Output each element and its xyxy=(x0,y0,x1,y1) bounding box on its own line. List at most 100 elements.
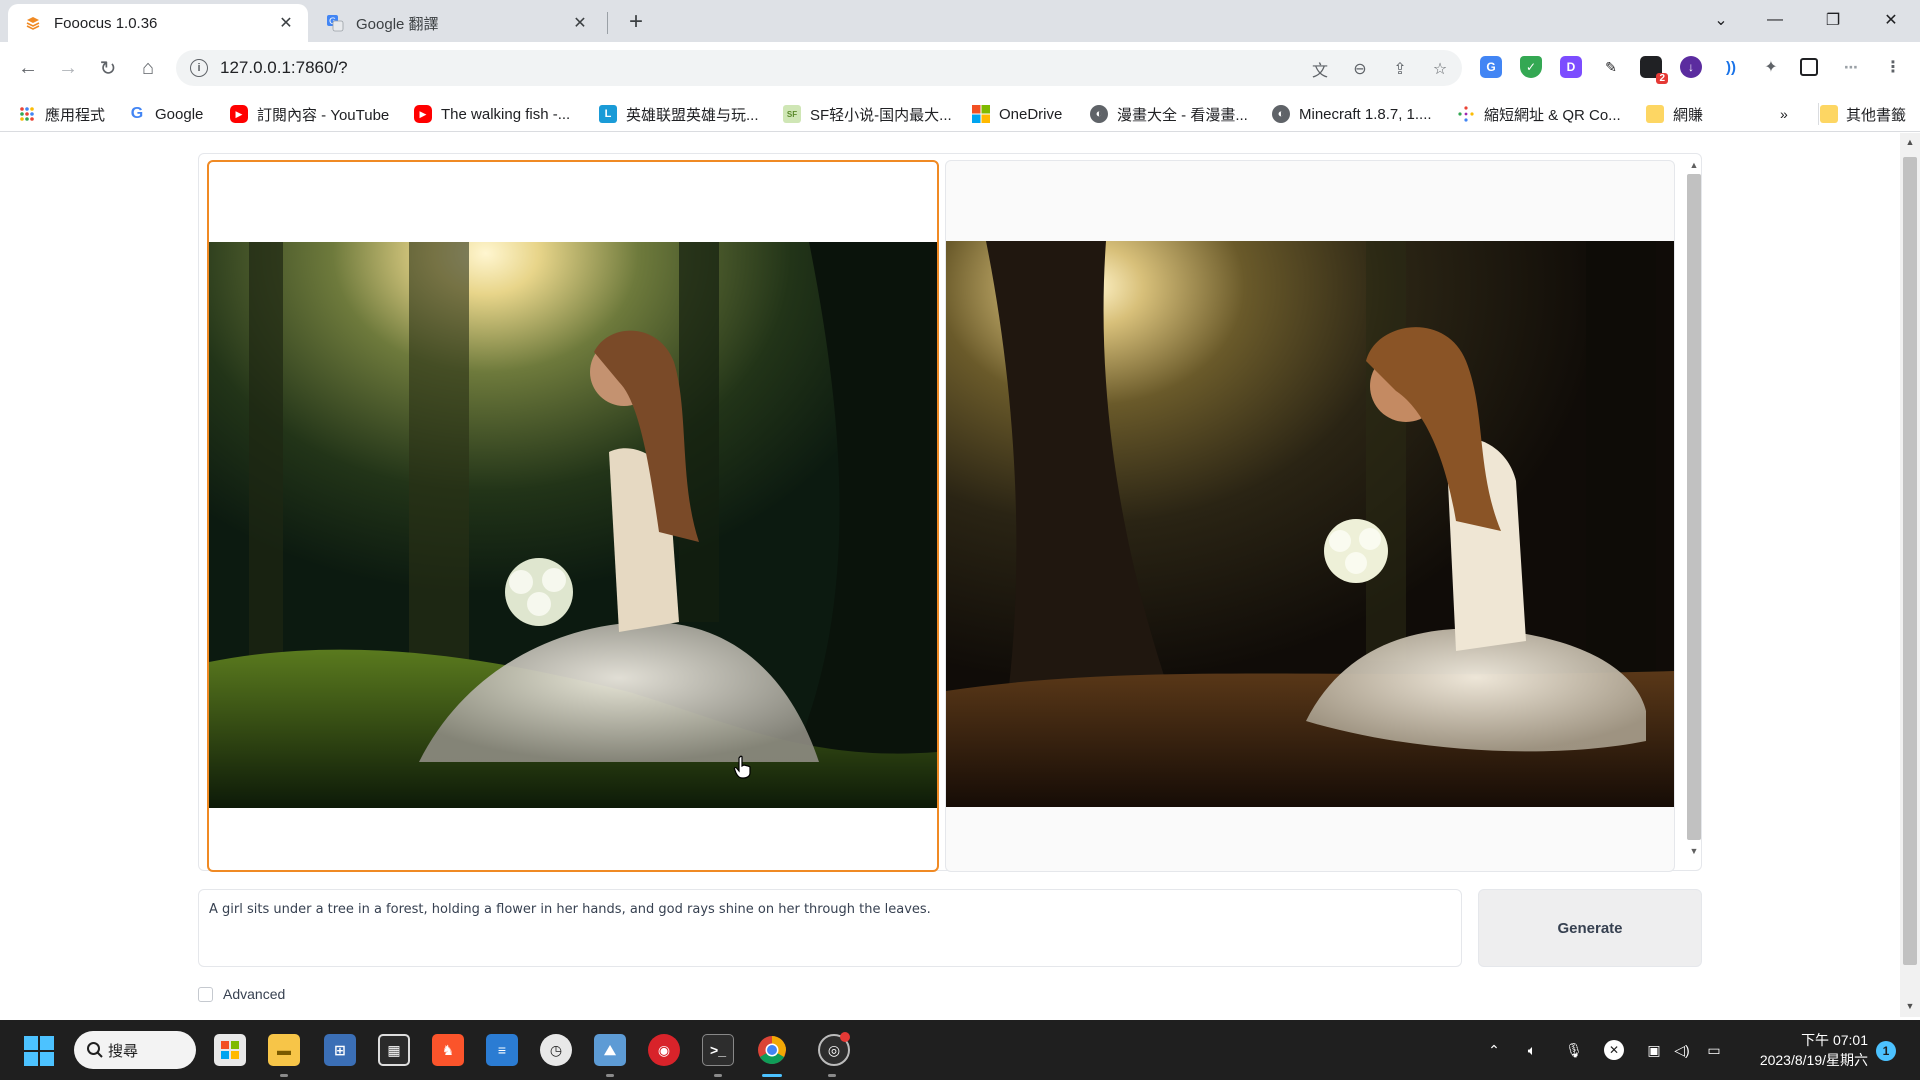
system-clock[interactable]: 下午 07:01 2023/8/19/星期六 xyxy=(1738,1030,1868,1070)
audio-extension-icon[interactable]: )) xyxy=(1720,56,1742,78)
dots-icon xyxy=(1457,105,1475,123)
obs-icon[interactable]: ◎ xyxy=(818,1032,850,1066)
start-button[interactable] xyxy=(24,1036,54,1066)
bookmark-walking-fish[interactable]: ▶ The walking fish -... xyxy=(414,103,570,125)
bookmark-label: 應用程式 xyxy=(45,106,106,124)
bookmark-star-icon[interactable]: ☆ xyxy=(1430,59,1450,79)
extensions-puzzle-icon[interactable]: ✦ xyxy=(1760,56,1782,78)
scroll-up-arrow-icon[interactable]: ▲ xyxy=(1904,137,1916,147)
menu-kebab-icon[interactable]: ⋮ xyxy=(1882,56,1904,78)
speaker-settings-icon[interactable]: 🔈︎ xyxy=(1522,1040,1542,1060)
running-indicator xyxy=(280,1074,288,1077)
video-editor-icon[interactable]: ▦ xyxy=(378,1034,410,1066)
bookmark-other-bookmarks[interactable]: 其他書籤 xyxy=(1820,103,1906,125)
microsoft-store-icon[interactable] xyxy=(214,1034,246,1066)
gallery-scrollbar-thumb[interactable] xyxy=(1687,174,1701,840)
chrome-icon[interactable] xyxy=(756,1034,788,1066)
prompt-textarea[interactable]: A girl sits under a tree in a forest, ho… xyxy=(198,889,1462,967)
l-icon: L xyxy=(599,105,617,123)
tray-overflow-chevron-icon[interactable]: ⌃ xyxy=(1484,1040,1504,1060)
volume-icon[interactable]: ◁) xyxy=(1672,1040,1692,1060)
reload-button[interactable]: ↻ xyxy=(94,54,122,82)
translate-page-icon[interactable]: 文 xyxy=(1310,59,1330,80)
tab-google-translate[interactable]: G Google 翻譯 ✕ xyxy=(310,4,602,42)
active-app-indicator xyxy=(762,1074,782,1077)
window-extension-icon[interactable]: 2 xyxy=(1640,56,1668,84)
bookmark-minecraft[interactable]: ◐ Minecraft 1.8.7, 1.... xyxy=(1272,103,1432,125)
close-circle-icon[interactable]: ✕ xyxy=(1604,1040,1624,1060)
gallery-scrollbar[interactable]: ▲ ▼ xyxy=(1681,154,1701,870)
zoom-icon[interactable]: ⊖ xyxy=(1350,59,1370,79)
bookmark-url-shortener[interactable]: 縮短網址 & QR Co... xyxy=(1457,103,1621,125)
bookmark-label: 漫畫大全 - 看漫畫... xyxy=(1117,106,1248,124)
bookmarks-overflow-button[interactable]: » xyxy=(1780,103,1788,125)
download-extension-icon[interactable]: ↓ xyxy=(1680,56,1702,78)
close-tab-icon[interactable]: ✕ xyxy=(570,13,590,33)
bookmark-youtube-subscriptions[interactable]: ▶ 訂閱內容 - YouTube xyxy=(230,103,389,125)
microphone-icon[interactable]: 🎙︎ xyxy=(1564,1040,1584,1060)
bookmark-folder-wangzhuan[interactable]: 網賺 xyxy=(1646,103,1703,125)
side-panel-icon[interactable] xyxy=(1800,58,1818,76)
page-scrollbar[interactable]: ▲ ▼ xyxy=(1900,133,1920,1017)
advanced-checkbox[interactable] xyxy=(198,986,213,1002)
profile-icon[interactable]: ⋯ xyxy=(1840,56,1862,78)
globe-icon: ◐ xyxy=(1090,105,1108,123)
fooocus-icon xyxy=(24,14,42,32)
file-explorer-icon[interactable]: ▬ xyxy=(268,1034,300,1066)
back-button[interactable]: ← xyxy=(14,54,42,82)
extension-badge: 2 xyxy=(1656,73,1668,84)
close-window-button[interactable]: ✕ xyxy=(1864,0,1918,40)
bookmark-label: 其他書籤 xyxy=(1846,106,1907,124)
address-bar[interactable]: i 127.0.0.1:7860/? 文 ⊖ ⇪ ☆ xyxy=(176,50,1462,86)
scroll-down-arrow-icon[interactable]: ▼ xyxy=(1904,1001,1916,1011)
network-icon[interactable]: ▣ xyxy=(1644,1040,1664,1060)
url-text[interactable]: 127.0.0.1:7860/? xyxy=(220,58,348,78)
bookmark-onedrive[interactable]: OneDrive xyxy=(972,103,1062,125)
restore-button[interactable]: ❐ xyxy=(1806,0,1860,40)
clock-date: 2023/8/19/星期六 xyxy=(1759,1052,1868,1068)
minimize-button[interactable]: — xyxy=(1748,0,1802,40)
shield-extension-icon[interactable]: ✓ xyxy=(1520,56,1542,78)
scroll-up-arrow-icon[interactable]: ▲ xyxy=(1687,158,1701,172)
gallery-image-1[interactable] xyxy=(207,160,939,872)
folder-icon xyxy=(1820,105,1838,123)
tab-fooocus[interactable]: Fooocus 1.0.36 ✕ xyxy=(8,4,308,42)
site-info-icon[interactable]: i xyxy=(190,59,208,77)
translate-extension-icon[interactable]: G xyxy=(1480,56,1502,78)
bookmark-google[interactable]: G Google xyxy=(128,103,204,125)
generate-button[interactable]: Generate xyxy=(1478,889,1702,967)
advanced-toggle[interactable]: Advanced xyxy=(198,986,285,1002)
battery-icon[interactable]: ▭ xyxy=(1704,1040,1724,1060)
bookmark-manga[interactable]: ◐ 漫畫大全 - 看漫畫... xyxy=(1090,103,1248,125)
clock-app-icon[interactable]: ◷ xyxy=(540,1034,572,1066)
brave-browser-icon[interactable]: ♞ xyxy=(432,1034,464,1066)
document-editor-icon[interactable]: ≡ xyxy=(486,1034,518,1066)
pen-extension-icon[interactable]: ✎ xyxy=(1600,56,1622,78)
terminal-icon[interactable]: >_ xyxy=(702,1034,734,1066)
home-button[interactable]: ⌂ xyxy=(134,54,162,82)
image-viewer-icon[interactable]: ⛰ xyxy=(594,1034,626,1066)
sf-icon: SF xyxy=(783,105,801,123)
fooocus-page: ▲ ▼ A girl sits under a tree in a forest… xyxy=(0,133,1898,1017)
page-scrollbar-thumb[interactable] xyxy=(1903,157,1917,965)
running-indicator xyxy=(828,1074,836,1077)
red-app-icon[interactable]: ◉ xyxy=(648,1034,680,1066)
gallery-image-2[interactable] xyxy=(945,160,1675,872)
close-tab-icon[interactable]: ✕ xyxy=(276,13,296,33)
tab-divider xyxy=(607,12,608,34)
bookmark-sf-novel[interactable]: SF SF轻小说-国内最大... xyxy=(783,103,952,125)
bookmark-apps[interactable]: 應用程式 xyxy=(18,103,105,125)
new-tab-button[interactable]: + xyxy=(622,8,650,36)
search-label: 搜尋 xyxy=(108,1042,139,1060)
taskbar-search[interactable]: 搜尋 xyxy=(74,1031,196,1069)
forward-button[interactable]: → xyxy=(54,54,82,82)
bookmark-lol[interactable]: L 英雄联盟英雄与玩... xyxy=(599,103,759,125)
bookmark-label: 英雄联盟英雄与玩... xyxy=(626,106,759,124)
scroll-down-arrow-icon[interactable]: ▼ xyxy=(1687,844,1701,858)
tab-search-chevron-icon[interactable]: ⌄ xyxy=(1694,0,1748,40)
notification-count-badge[interactable]: 1 xyxy=(1876,1041,1896,1061)
calculator-icon[interactable]: ⊞ xyxy=(324,1034,356,1066)
search-icon xyxy=(87,1042,103,1058)
d-extension-icon[interactable]: D xyxy=(1560,56,1582,78)
share-icon[interactable]: ⇪ xyxy=(1390,59,1410,79)
